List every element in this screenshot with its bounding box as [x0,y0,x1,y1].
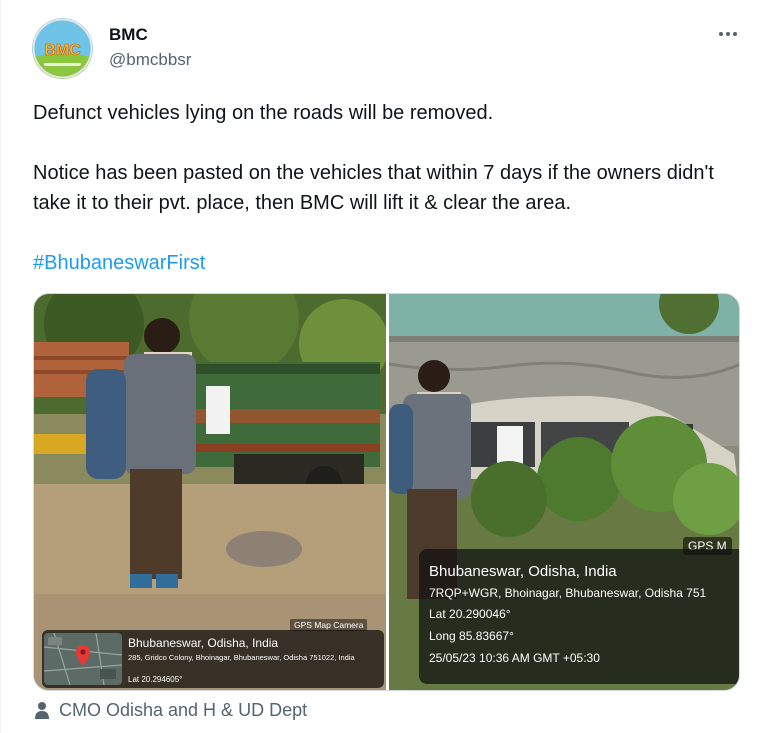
gps-info-overlay: Bhubaneswar, Odisha, India 285, Gridco C… [42,630,384,688]
bmc-logo-icon: BMC [32,18,93,79]
dot-icon [719,32,723,36]
more-options-button[interactable] [719,24,741,44]
photo-trailer[interactable]: GPS Map Camera Bhubaneswar, Odisha, Indi… [34,294,386,690]
person-icon [35,702,49,719]
map-pin-icon [44,633,122,685]
gps-city: Bhubaneswar, Odisha, India [429,563,617,580]
tagged-users[interactable]: CMO Odisha and H & UD Dept [33,697,307,723]
gps-timestamp: 25/05/23 10:36 AM GMT +05:30 [429,651,600,665]
location-map-thumbnail [44,633,122,685]
avatar[interactable]: BMC [32,18,93,79]
dot-icon [733,32,737,36]
gps-latitude: Lat 20.290046° [429,607,511,621]
photo-car[interactable]: GPS M Bhubaneswar, Odisha, India 7RQP+WG… [389,294,739,690]
dot-icon [726,32,730,36]
tweet-text-line1: Defunct vehicles lying on the roads will… [33,102,494,124]
hashtag-link[interactable]: #BhubaneswarFirst [33,248,205,278]
gps-info-overlay: Bhubaneswar, Odisha, India 7RQP+WGR, Bho… [419,549,739,684]
avatar-text: BMC [44,42,81,59]
tagged-users-text: CMO Odisha and H & UD Dept [59,699,308,720]
gps-address: 7RQP+WGR, Bhoinagar, Bhubaneswar, Odisha… [429,586,707,600]
gps-latitude: Lat 20.294605° [128,675,183,684]
media-grid: GPS Map Camera Bhubaneswar, Odisha, Indi… [33,293,740,691]
gps-city: Bhubaneswar, Odisha, India [128,636,279,650]
author-handle[interactable]: @bmcbbsr [109,50,191,70]
gps-address: 285, Gridco Colony, Bhoinagar, Bhubanesw… [128,653,355,662]
author-name[interactable]: BMC [109,25,148,45]
tweet-card: BMC BMC @bmcbbsr Defunct vehicles lying … [0,0,763,733]
tweet-text-line2: Notice has been pasted on the vehicles t… [33,162,714,214]
gps-longitude: Long 85.83667° [429,629,514,643]
